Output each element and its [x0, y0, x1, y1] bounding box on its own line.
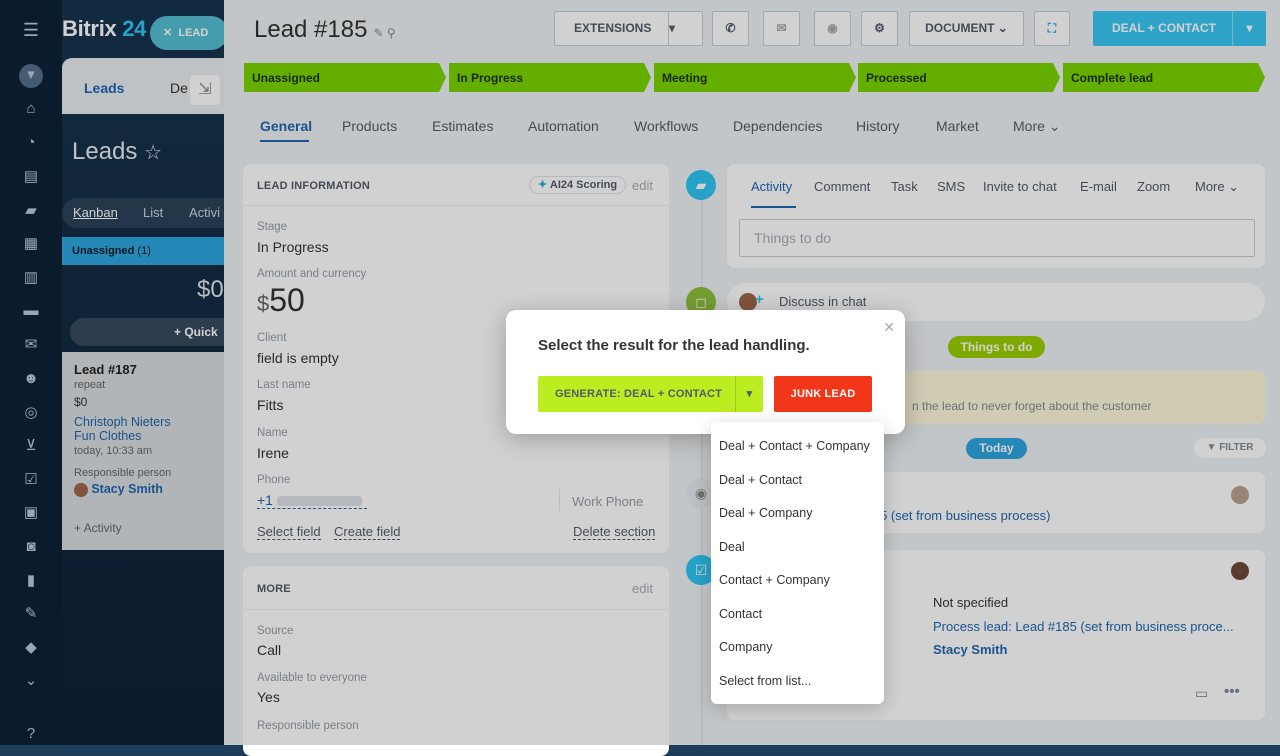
generate-button[interactable]: GENERATE: DEAL + CONTACT ▾	[538, 376, 763, 412]
menu-item-deal[interactable]: Deal	[711, 531, 884, 565]
menu-item-deal-contact-company[interactable]: Deal + Contact + Company	[711, 430, 884, 464]
junk-lead-button[interactable]: JUNK LEAD	[774, 376, 872, 412]
lead-result-popup: Select the result for the lead handling.…	[506, 310, 905, 434]
menu-item-contact-company[interactable]: Contact + Company	[711, 564, 884, 598]
menu-item-contact[interactable]: Contact	[711, 598, 884, 632]
menu-item-deal-company[interactable]: Deal + Company	[711, 497, 884, 531]
generate-options-menu: Deal + Contact + Company Deal + Contact …	[711, 422, 884, 704]
chevron-down-icon[interactable]: ▾	[735, 376, 763, 412]
generate-label: GENERATE: DEAL + CONTACT	[555, 388, 723, 400]
menu-item-deal-contact[interactable]: Deal + Contact	[711, 464, 884, 498]
menu-item-select-from-list[interactable]: Select from list...	[711, 665, 884, 699]
close-icon[interactable]: ✕	[883, 319, 895, 336]
popup-title: Select the result for the lead handling.	[538, 337, 810, 354]
menu-item-company[interactable]: Company	[711, 631, 884, 665]
